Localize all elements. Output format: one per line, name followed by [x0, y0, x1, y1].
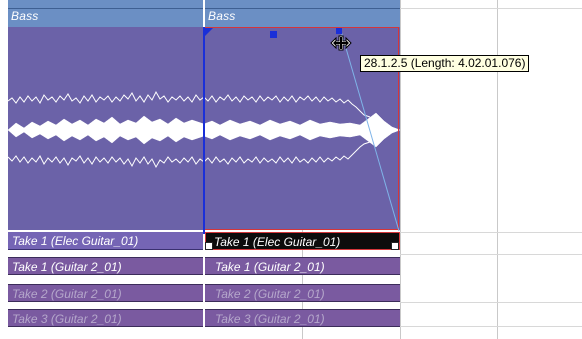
horizontal-resize-cursor-icon	[330, 35, 352, 51]
grid-line	[400, 302, 582, 303]
lane-take-left-muted[interactable]: Take 3 (Guitar 2_01)	[8, 309, 203, 327]
fade-in-handle-shape	[205, 28, 213, 36]
grid-line	[400, 232, 582, 233]
resize-handle-left[interactable]	[205, 242, 213, 250]
position-tooltip: 28.1.2.5 (Length: 4.02.01.076)	[360, 55, 530, 72]
part-header-right[interactable]: Bass	[205, 0, 400, 28]
part-header-left[interactable]: Bass	[8, 0, 203, 28]
event-name-bar-selected[interactable]: Take 1 (Elec Guitar_01)	[205, 232, 400, 250]
grid-line	[400, 8, 582, 9]
event-name-bar-left[interactable]: Take 1 (Elec Guitar_01)	[8, 232, 203, 250]
fade-in-handle-icon[interactable]	[205, 28, 214, 37]
project-cursor-line[interactable]	[203, 27, 205, 234]
lane-take-left[interactable]: Take 1 (Guitar 2_01)	[8, 257, 203, 275]
lane-take-right-muted[interactable]: Take 2 (Guitar 2_01)	[205, 284, 400, 302]
lane-take-left-muted[interactable]: Take 2 (Guitar 2_01)	[8, 284, 203, 302]
resize-handle-right[interactable]	[391, 242, 399, 250]
part-header-label: Bass	[208, 9, 236, 23]
grid-line	[497, 0, 498, 339]
grid-line	[400, 254, 582, 255]
lane-take-right[interactable]: Take 1 (Guitar 2_01)	[205, 257, 400, 275]
part-header-label: Bass	[11, 9, 39, 23]
volume-handle-icon[interactable]	[270, 31, 277, 38]
lane-take-right-muted[interactable]: Take 3 (Guitar 2_01)	[205, 309, 400, 327]
grid-line	[400, 326, 582, 327]
